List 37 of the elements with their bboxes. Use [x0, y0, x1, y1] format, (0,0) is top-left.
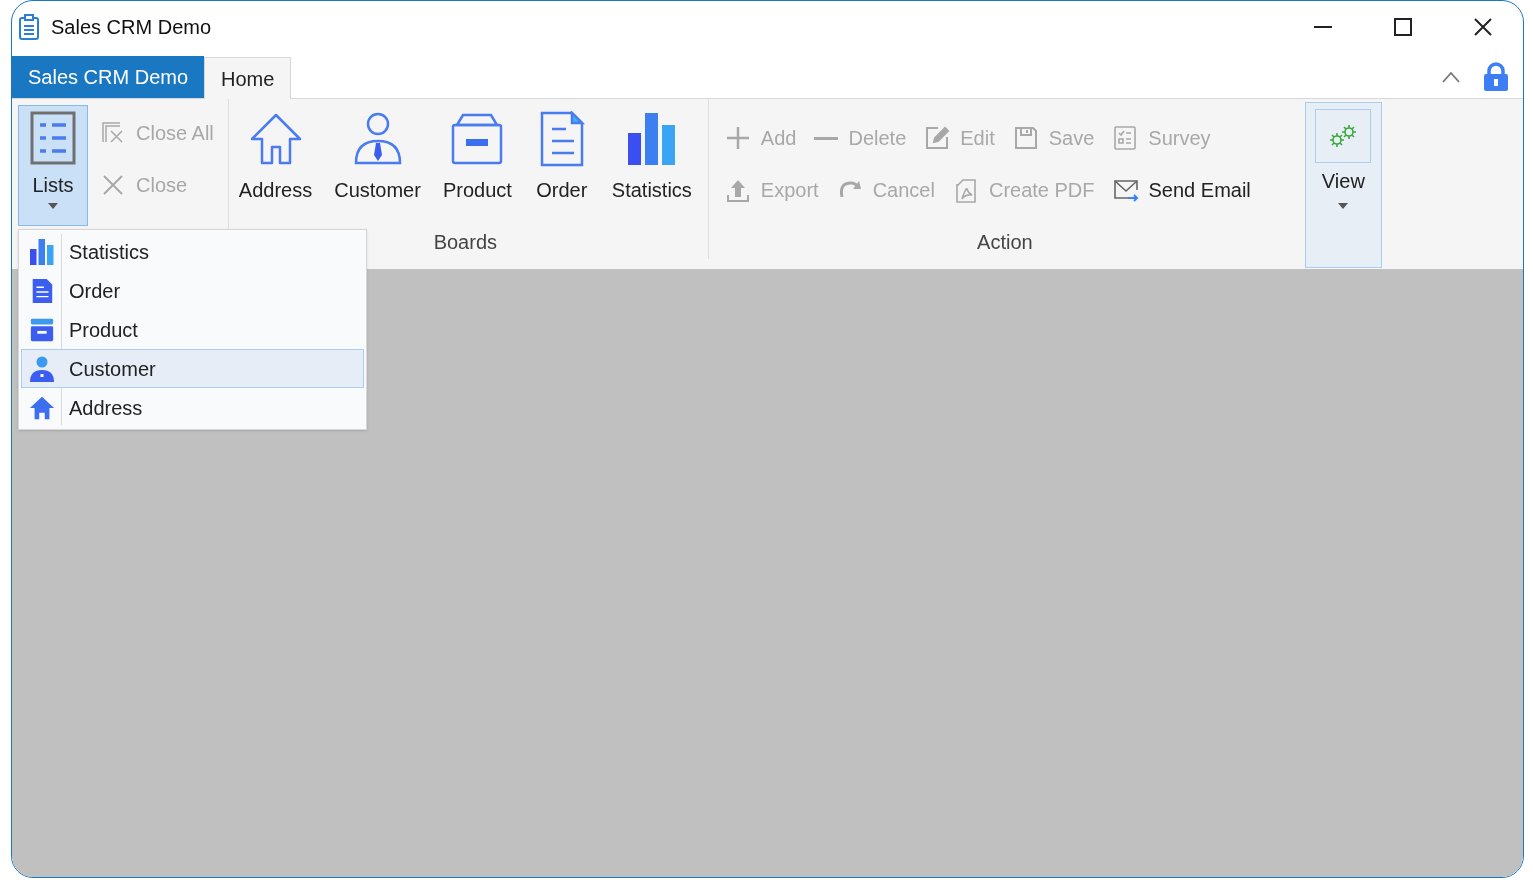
menu-item[interactable]: Customer: [21, 349, 364, 388]
gears-icon: [1315, 109, 1372, 163]
lock-icon[interactable]: [1483, 62, 1509, 92]
dropdown-caret-icon: [48, 203, 58, 209]
menu-item[interactable]: Order: [21, 271, 364, 310]
envelope-icon: [1112, 177, 1139, 203]
bar-chart-icon: [28, 237, 56, 266]
house-icon: [29, 394, 55, 421]
minus-icon: [814, 136, 839, 140]
menu-item[interactable]: Product: [21, 310, 364, 349]
list-icon: [30, 111, 76, 165]
ribbon-tab[interactable]: Home: [204, 57, 292, 99]
checklist-icon: [1112, 125, 1139, 151]
view-button[interactable]: View: [1304, 102, 1382, 268]
menu-item[interactable]: Statistics: [21, 232, 364, 271]
group-label: Action: [977, 230, 1033, 255]
app-menu-button[interactable]: Sales CRM Demo: [12, 56, 205, 98]
box-icon: [29, 316, 55, 343]
board-button[interactable]: Address: [238, 111, 313, 217]
clipboard-icon: [18, 14, 40, 40]
menu-item[interactable]: Address: [21, 388, 364, 427]
maximize-icon: [1394, 18, 1412, 36]
board-button[interactable]: Order: [533, 111, 590, 217]
board-button[interactable]: Customer: [334, 111, 421, 217]
board-button[interactable]: Statistics: [611, 111, 692, 217]
group-label: Boards: [433, 230, 497, 255]
window-title: Sales CRM Demo: [51, 15, 212, 40]
collapse-caret-icon[interactable]: [1441, 71, 1461, 83]
board-button[interactable]: Product: [442, 111, 512, 217]
action-button[interactable]: Send Email: [1112, 177, 1251, 203]
lists-button[interactable]: Lists: [18, 105, 88, 226]
person-icon: [28, 354, 56, 383]
pencil-icon: [924, 125, 951, 151]
dropdown-caret-icon: [1338, 203, 1349, 209]
plus-icon: [724, 125, 751, 151]
minimize-icon: [1314, 26, 1332, 28]
close-icon: [1474, 18, 1492, 36]
